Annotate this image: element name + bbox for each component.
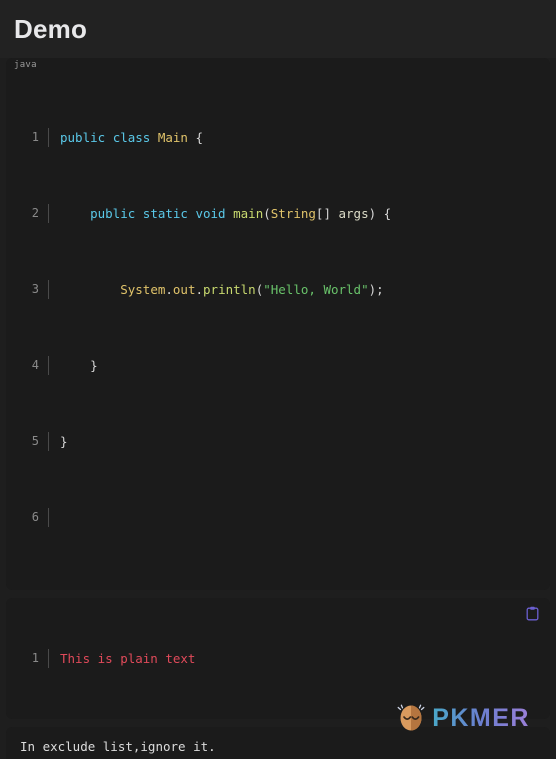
- code-line: 1 This is plain text: [6, 649, 550, 668]
- code-line: 1 public class Main {: [6, 128, 550, 147]
- exclude-list-notice-text: In exclude list,ignore it.: [20, 739, 216, 754]
- gutter-divider: [48, 432, 49, 451]
- page-header: Demo: [0, 0, 556, 58]
- code-line: 2 public static void main(String[] args)…: [6, 204, 550, 223]
- right-scroll-gutter: [550, 58, 556, 759]
- line-number: 1: [31, 130, 39, 144]
- line-number: 2: [31, 206, 39, 220]
- line-number: 5: [31, 434, 39, 448]
- code-line-text: }: [90, 358, 98, 373]
- exclude-list-notice: In exclude list,ignore it.: [6, 727, 550, 759]
- page-title: Demo: [14, 13, 88, 44]
- code-line-text: public static void main(String[] args) {: [90, 206, 392, 221]
- code-line-text: This is plain text: [60, 651, 196, 666]
- gutter-divider: [48, 128, 49, 147]
- line-number: 3: [31, 282, 39, 296]
- code-content-java: 1 public class Main { 2 public static vo…: [6, 71, 550, 584]
- language-label-java: java: [14, 60, 37, 70]
- code-block-java: java 1 public class Main { 2 public stat…: [6, 58, 550, 590]
- gutter-divider: [48, 356, 49, 375]
- code-line-text: public class Main {: [60, 130, 204, 145]
- code-line-text: [60, 508, 550, 527]
- code-line: 6: [6, 508, 550, 527]
- line-number: 6: [31, 510, 39, 524]
- gutter-divider: [48, 280, 49, 299]
- line-number: 4: [31, 358, 39, 372]
- app-root: Demo java 1 public class Main { 2 public…: [0, 0, 556, 759]
- line-number: 1: [31, 651, 39, 665]
- code-line: 4 }: [6, 356, 550, 375]
- gutter-divider: [48, 204, 49, 223]
- clipboard-icon[interactable]: [526, 606, 539, 621]
- code-line: 3 System.out.println("Hello, World");: [6, 280, 550, 299]
- gutter-divider: [48, 508, 49, 527]
- code-content-plaintext: 1 This is plain text: [6, 611, 550, 706]
- gutter-divider: [48, 649, 49, 668]
- code-line: 5 }: [6, 432, 550, 451]
- code-block-plaintext: 1 This is plain text: [6, 598, 550, 719]
- code-line-text: System.out.println("Hello, World");: [120, 282, 384, 297]
- code-line-text: }: [60, 434, 68, 449]
